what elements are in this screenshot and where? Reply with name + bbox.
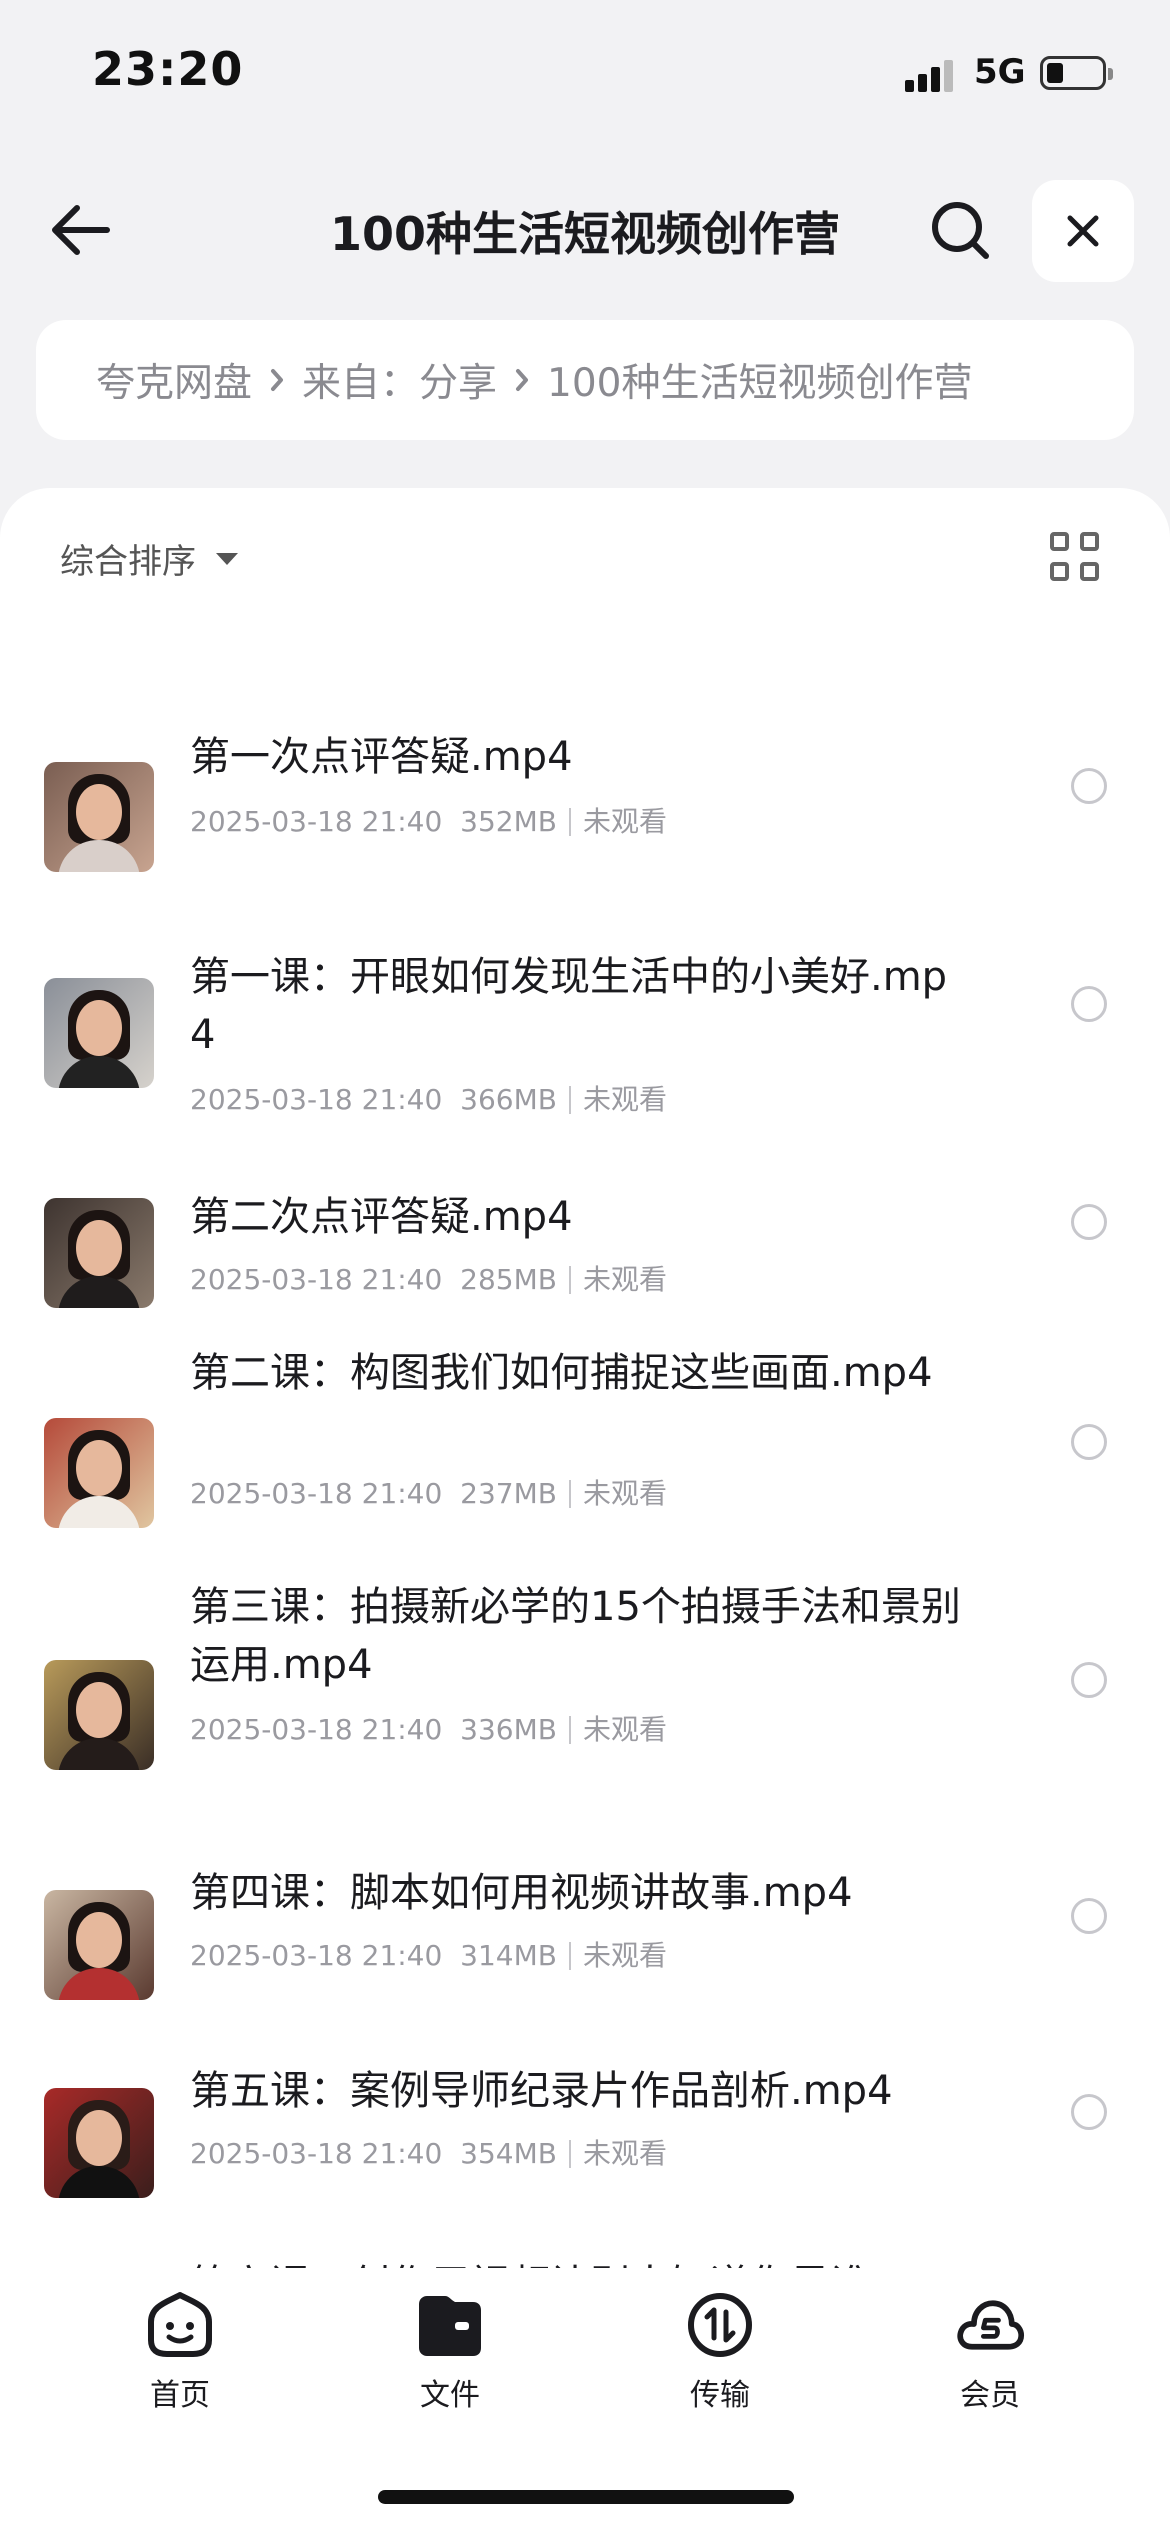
file-name: 第三课：拍摄新必学的15个拍摄手法和景别运用.mp4 [190,1584,961,1688]
navigation-header: 100种生活短视频创作营 [0,170,1170,290]
select-checkbox[interactable] [1071,986,1107,1022]
page-title: 100种生活短视频创作营 [329,207,841,261]
watch-status: 未观看 [582,1939,667,1972]
tab-label: 会员 [960,2378,1020,2413]
select-checkbox[interactable] [1071,768,1107,804]
home-indicator[interactable] [378,2490,794,2504]
transfer-icon [685,2290,755,2360]
watch-status: 未观看 [582,1713,667,1746]
search-icon [932,202,989,259]
watch-status: 未观看 [582,1477,667,1510]
tab-label: 传输 [690,2378,750,2413]
watch-status: 未观看 [582,805,667,838]
select-checkbox[interactable] [1071,1204,1107,1240]
search-button[interactable] [920,195,1000,265]
file-row[interactable]: 第一次点评答疑.mp4 2025-03-18 21:40 352MB 未观看 [0,658,1170,878]
file-date: 2025-03-18 21:40 [190,1939,443,1972]
file-row[interactable]: 第五课：案例导师纪录片作品剖析.mp4 2025-03-18 21:40 354… [0,1978,1170,2198]
watch-status: 未观看 [582,1263,667,1296]
file-name: 第一课：开眼如何发现生活中的小美好.mp4 [190,954,948,1058]
caret-down-icon [216,552,238,565]
chevron-right-icon [270,368,284,392]
video-thumbnail [44,1418,154,1528]
file-date: 2025-03-18 21:40 [190,1477,443,1510]
file-size: 285MB [460,1263,557,1296]
battery-icon [1040,56,1113,90]
smiley-home-icon [145,2290,215,2360]
file-meta: 2025-03-18 21:40 352MB 未观看 [190,800,667,840]
file-size: 237MB [460,1477,557,1510]
video-thumbnail [44,1660,154,1770]
select-checkbox[interactable] [1071,1662,1107,1698]
file-list-panel: 综合排序 第一次点评答疑.mp4 2025-03-18 21:40 352MB 未… [0,488,1170,2268]
close-icon [1067,215,1099,247]
close-button[interactable] [1032,180,1134,282]
breadcrumb-item-current[interactable]: 100种生活短视频创作营 [547,352,972,408]
grid-view-icon [1050,532,1069,551]
status-time: 23:20 [92,42,244,96]
file-size: 352MB [460,805,557,838]
grid-view-toggle[interactable] [1050,532,1102,584]
cloud-membership-icon [955,2290,1025,2360]
file-row[interactable]: 第三课：拍摄新必学的15个拍摄手法和景别运用.mp4 2025-03-18 21… [0,1558,1170,1778]
sort-label: 综合排序 [60,542,196,582]
breadcrumb-item-share[interactable]: 来自：分享 [302,352,497,408]
video-thumbnail [44,762,154,872]
network-type: 5G [974,52,1026,92]
file-row[interactable]: 第六课：创作用视频让别人知道你是谁.mp4 [0,2178,1170,2268]
file-name: 第一次点评答疑.mp4 [190,734,573,780]
file-date: 2025-03-18 21:40 [190,805,443,838]
tab-membership[interactable]: 会员 [900,2290,1080,2420]
select-checkbox[interactable] [1071,1898,1107,1934]
tab-label: 文件 [420,2378,480,2413]
select-checkbox[interactable] [1071,1424,1107,1460]
file-date: 2025-03-18 21:40 [190,1263,443,1296]
file-meta: 2025-03-18 21:40 237MB 未观看 [190,1472,667,1512]
tab-files[interactable]: 文件 [360,2290,540,2420]
chevron-right-icon [515,368,529,392]
file-name: 第二课：构图我们如何捕捉这些画面.mp4 [190,1350,933,1396]
file-date: 2025-03-18 21:40 [190,2137,443,2170]
file-row[interactable]: 第二次点评答疑.mp4 2025-03-18 21:40 285MB 未观看 [0,1098,1170,1318]
arrow-left-icon [52,205,110,255]
tab-label: 首页 [150,2378,210,2413]
file-name: 第二次点评答疑.mp4 [190,1194,573,1240]
cellular-signal-icon [905,56,955,92]
sort-dropdown[interactable]: 综合排序 [60,534,238,583]
file-meta: 2025-03-18 21:40 336MB 未观看 [190,1708,667,1748]
watch-status: 未观看 [582,2137,667,2170]
file-size: 354MB [460,2137,557,2170]
file-row[interactable]: 第一课：开眼如何发现生活中的小美好.mp4 2025-03-18 21:40 3… [0,878,1170,1116]
select-checkbox[interactable] [1071,2094,1107,2130]
status-bar: 23:20 5G [0,0,1170,150]
file-meta: 2025-03-18 21:40 285MB 未观看 [190,1258,667,1298]
tab-home[interactable]: 首页 [90,2290,270,2420]
breadcrumb: 夸克网盘 来自：分享 100种生活短视频创作营 [36,320,1134,440]
tab-transfer[interactable]: 传输 [630,2290,810,2420]
file-size: 336MB [460,1713,557,1746]
file-meta: 2025-03-18 21:40 314MB 未观看 [190,1934,667,1974]
breadcrumb-item-root[interactable]: 夸克网盘 [96,352,252,408]
file-row[interactable]: 第二课：构图我们如何捕捉这些画面.mp4 2025-03-18 21:40 23… [0,1318,1170,1558]
file-name: 第五课：案例导师纪录片作品剖析.mp4 [190,2068,893,2114]
file-name: 第六课：创作用视频让别人知道你是谁.mp4 [190,2256,970,2268]
file-row[interactable]: 第四课：脚本如何用视频讲故事.mp4 2025-03-18 21:40 314M… [0,1778,1170,2000]
back-button[interactable] [40,195,120,265]
file-meta: 2025-03-18 21:40 354MB 未观看 [190,2132,667,2172]
file-name: 第四课：脚本如何用视频讲故事.mp4 [190,1870,853,1916]
file-share-screen: 23:20 5G 100种生活短视频创作营 夸克网盘 来自：分享 100种生活短… [0,0,1170,2532]
folder-icon [415,2290,485,2360]
video-thumbnail [44,978,154,1088]
file-size: 314MB [460,1939,557,1972]
file-date: 2025-03-18 21:40 [190,1713,443,1746]
video-thumbnail [44,1198,154,1308]
